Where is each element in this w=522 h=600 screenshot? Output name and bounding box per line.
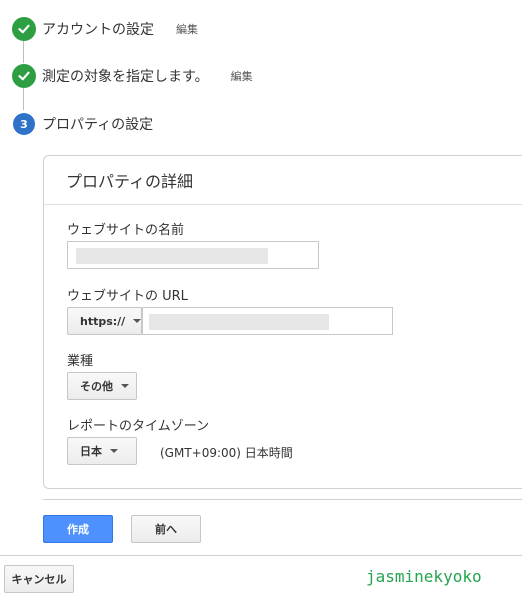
protocol-value: https:// bbox=[80, 314, 126, 328]
caret-down-icon bbox=[121, 384, 129, 388]
step-label: プロパティの設定 bbox=[42, 117, 154, 133]
website-name-label: ウェブサイトの名前 bbox=[67, 223, 185, 238]
timezone-country-dropdown[interactable]: 日本 bbox=[67, 437, 137, 465]
divider bbox=[0, 555, 522, 556]
industry-dropdown[interactable]: その他 bbox=[67, 372, 137, 400]
check-icon bbox=[12, 17, 36, 41]
website-url-input[interactable] bbox=[142, 307, 393, 335]
step-property-settings: 3 プロパティの設定 bbox=[12, 113, 153, 135]
step-connector-1 bbox=[23, 41, 24, 63]
edit-link[interactable]: 編集 bbox=[231, 68, 253, 84]
cancel-button[interactable]: キャンセル bbox=[4, 565, 74, 593]
industry-label: 業種 bbox=[67, 354, 94, 369]
timezone-country-value: 日本 bbox=[80, 445, 102, 458]
step-number: 3 bbox=[20, 117, 28, 131]
create-button[interactable]: 作成 bbox=[43, 515, 113, 543]
timezone-label: レポートのタイムゾーン bbox=[67, 419, 210, 434]
edit-link[interactable]: 編集 bbox=[176, 21, 198, 37]
caret-down-icon bbox=[133, 319, 142, 323]
step-account-settings: アカウントの設定 編集 bbox=[12, 17, 198, 41]
back-button[interactable]: 前へ bbox=[131, 515, 201, 543]
step-measurement-target: 測定の対象を指定します。 編集 bbox=[12, 64, 253, 88]
divider bbox=[43, 499, 522, 500]
industry-value: その他 bbox=[80, 380, 113, 393]
timezone-value: (GMT+09:00) 日本時間 bbox=[160, 446, 293, 460]
check-icon bbox=[12, 64, 36, 88]
card-title: プロパティの詳細 bbox=[44, 156, 522, 205]
redacted-text bbox=[76, 248, 268, 264]
website-url-label: ウェブサイトの URL bbox=[67, 289, 188, 304]
caret-down-icon bbox=[110, 449, 118, 453]
protocol-dropdown[interactable]: https:// bbox=[67, 307, 142, 335]
redacted-text bbox=[149, 314, 329, 330]
step-label: 測定の対象を指定します。 bbox=[42, 69, 209, 85]
step-number-badge: 3 bbox=[13, 113, 35, 135]
step-label: アカウントの設定 bbox=[42, 22, 154, 38]
step-connector-2 bbox=[23, 88, 24, 110]
website-name-input[interactable] bbox=[67, 241, 319, 269]
watermark: jasminekyoko bbox=[366, 567, 482, 586]
